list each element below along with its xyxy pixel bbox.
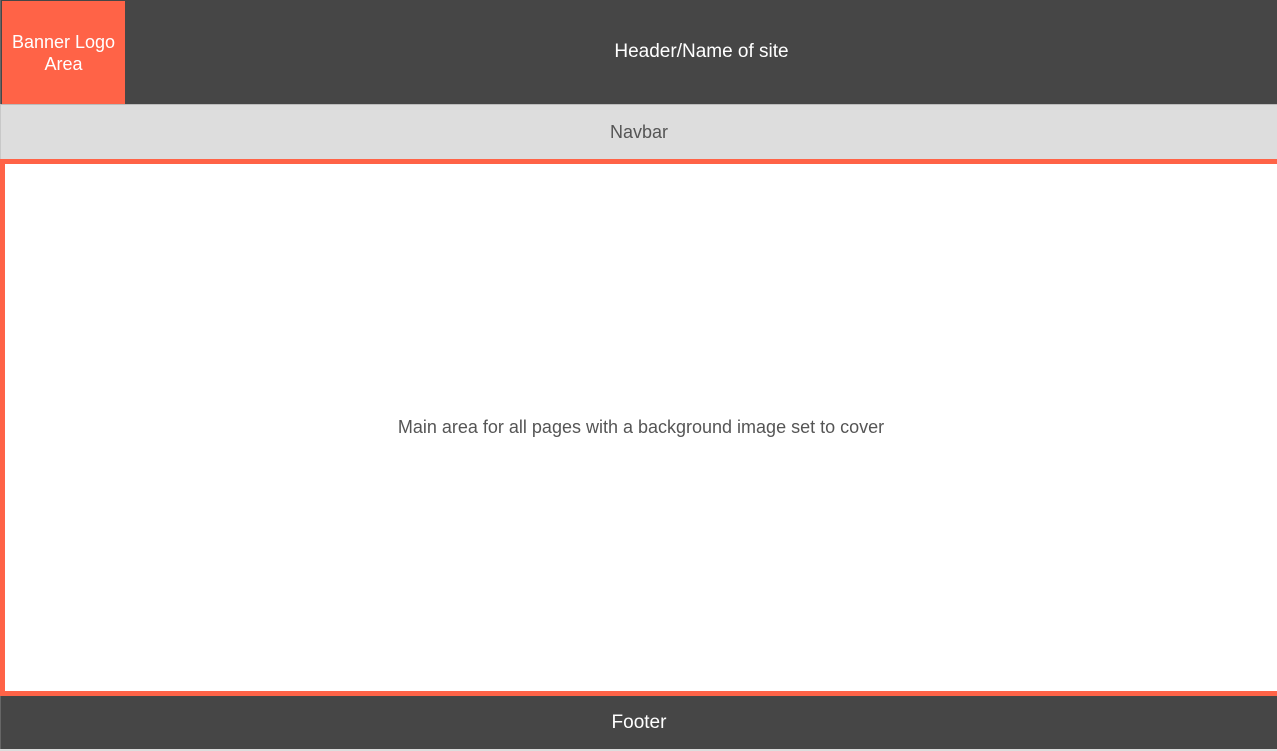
page-layout: Banner Logo Area Header/Name of site Nav… [0, 0, 1277, 751]
site-header: Banner Logo Area Header/Name of site [0, 0, 1277, 104]
site-title-text: Header/Name of site [614, 41, 789, 62]
banner-logo-area[interactable]: Banner Logo Area [2, 1, 125, 104]
footer-label: Footer [611, 711, 667, 733]
navbar[interactable]: Navbar [0, 104, 1277, 159]
main-content-area: Main area for all pages with a backgroun… [0, 159, 1277, 696]
navbar-label: Navbar [609, 121, 669, 142]
site-footer: Footer [0, 696, 1277, 749]
site-title: Header/Name of site [125, 0, 1277, 104]
banner-logo-label: Banner Logo Area [11, 31, 116, 74]
main-area-text: Main area for all pages with a backgroun… [397, 417, 885, 437]
